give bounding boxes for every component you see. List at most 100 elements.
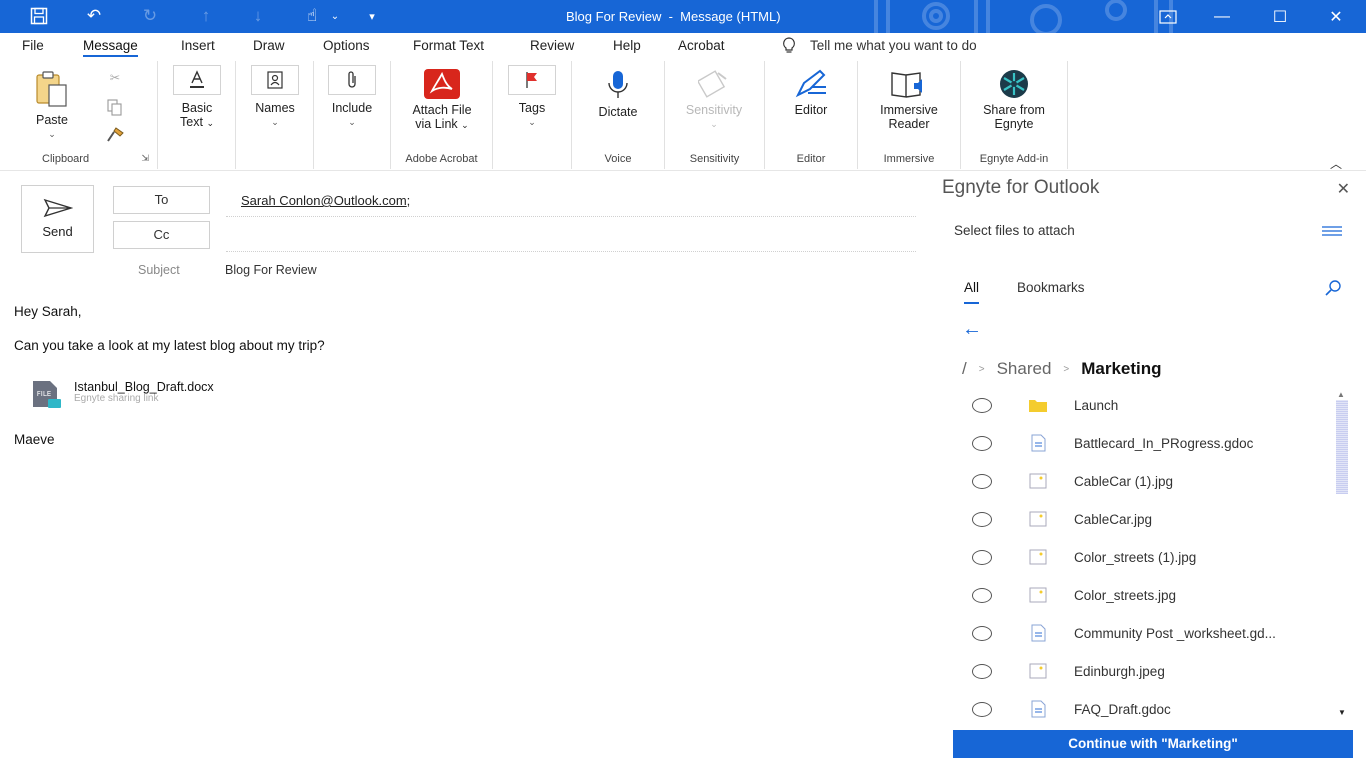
redo-icon: ↻: [142, 6, 158, 25]
clipboard-group: Paste ⌄ ✂ Clipboard ⇲: [0, 61, 158, 169]
paste-button[interactable]: Paste ⌄: [22, 69, 82, 141]
scrollbar-thumb[interactable]: [1336, 400, 1348, 494]
file-select-radio[interactable]: [972, 664, 992, 679]
scroll-up-icon[interactable]: ▲: [1337, 390, 1345, 399]
voice-group-label: Voice: [604, 153, 632, 165]
editor-button[interactable]: Editor: [777, 69, 845, 117]
ribbon: Paste ⌄ ✂ Clipboard ⇲ Basic Text ⌄ Names: [0, 59, 1366, 171]
file-name[interactable]: Color_streets.jpg: [1074, 588, 1176, 603]
file-select-radio[interactable]: [972, 398, 992, 413]
tab-acrobat[interactable]: Acrobat: [678, 38, 725, 53]
paste-label: Paste: [36, 113, 68, 127]
continue-button[interactable]: Continue with "Marketing": [953, 730, 1353, 758]
touch-mode-dropdown-icon[interactable]: ⌄: [323, 5, 347, 27]
tab-format-text[interactable]: Format Text: [413, 38, 484, 53]
tab-insert[interactable]: Insert: [181, 38, 215, 53]
maximize-button[interactable]: ☐: [1257, 0, 1303, 33]
paste-dropdown-icon[interactable]: ⌄: [22, 127, 82, 141]
format-painter-icon[interactable]: [104, 127, 126, 146]
immersive-reader-button[interactable]: Immersive Reader: [870, 69, 948, 131]
file-name[interactable]: Community Post _worksheet.gd...: [1074, 626, 1276, 641]
recipient-chip[interactable]: Sarah Conlon@Outlook.com: [241, 193, 407, 208]
file-select-radio[interactable]: [972, 626, 992, 641]
body-signature[interactable]: Maeve: [14, 432, 55, 447]
body-text[interactable]: Can you take a look at my latest blog ab…: [14, 338, 325, 353]
up-arrow-icon: ↑: [201, 6, 211, 25]
file-select-radio[interactable]: [972, 512, 992, 527]
attachment-name[interactable]: Istanbul_Blog_Draft.docx: [74, 380, 214, 394]
sensitivity-group: Sensitivity ⌄ Sensitivity: [665, 61, 765, 169]
ribbon-display-options-button[interactable]: [1145, 0, 1191, 33]
breadcrumb-shared[interactable]: Shared: [997, 359, 1052, 379]
attach-file-label-1: Attach File: [412, 103, 472, 117]
file-row[interactable]: Color_streets (1).jpg: [932, 539, 1342, 577]
file-row[interactable]: Battlecard_In_PRogress.gdoc: [932, 425, 1342, 463]
tab-draw[interactable]: Draw: [253, 38, 285, 53]
file-row[interactable]: Community Post _worksheet.gd...: [932, 615, 1342, 653]
include-button[interactable]: Include ⌄: [326, 65, 378, 129]
clipboard-launcher-icon[interactable]: ⇲: [141, 153, 149, 164]
hamburger-menu-icon[interactable]: [1322, 226, 1342, 238]
to-field[interactable]: Sarah Conlon@Outlook.com;: [241, 193, 410, 208]
tab-options[interactable]: Options: [323, 38, 370, 53]
editor-pen-icon: [777, 69, 845, 99]
tags-button[interactable]: Tags ⌄: [506, 65, 558, 129]
back-arrow-icon[interactable]: ←: [962, 318, 982, 341]
breadcrumb-root[interactable]: /: [962, 359, 967, 379]
immersive-reader-icon: [870, 69, 948, 99]
names-button[interactable]: Names ⌄: [249, 65, 301, 129]
subject-field[interactable]: Blog For Review: [225, 263, 317, 277]
minimize-button[interactable]: —: [1199, 0, 1245, 33]
tags-dropdown-icon: ⌄: [528, 117, 536, 127]
pane-close-icon[interactable]: ✕: [1337, 179, 1350, 199]
copy-icon[interactable]: [104, 99, 126, 119]
file-select-radio[interactable]: [972, 436, 992, 451]
pane-tab-all[interactable]: All: [964, 280, 980, 304]
tab-message[interactable]: Message: [83, 38, 138, 57]
file-row[interactable]: CableCar.jpg: [932, 501, 1342, 539]
cc-button[interactable]: Cc: [113, 221, 210, 249]
file-row[interactable]: Launch: [932, 387, 1342, 425]
document-icon: [1031, 700, 1046, 718]
search-icon[interactable]: [1324, 279, 1342, 297]
send-button[interactable]: Send: [21, 185, 94, 253]
touch-mode-icon[interactable]: ☝: [300, 5, 324, 27]
sensitivity-label: Sensitivity: [685, 103, 743, 117]
save-icon[interactable]: [27, 5, 51, 27]
tab-help[interactable]: Help: [613, 38, 641, 53]
pane-tab-bookmarks[interactable]: Bookmarks: [1017, 280, 1085, 295]
file-name[interactable]: Color_streets (1).jpg: [1074, 550, 1196, 565]
file-name[interactable]: FAQ_Draft.gdoc: [1074, 702, 1171, 717]
attachment-link[interactable]: FILE Istanbul_Blog_Draft.docx Egnyte sha…: [30, 379, 290, 409]
collapse-ribbon-icon[interactable]: ︿: [1330, 155, 1342, 172]
share-from-egnyte-button[interactable]: Share from Egnyte: [973, 69, 1055, 131]
basic-text-button[interactable]: Basic Text ⌄: [171, 65, 223, 130]
file-row[interactable]: CableCar (1).jpg: [932, 463, 1342, 501]
file-row[interactable]: Color_streets.jpg: [932, 577, 1342, 615]
file-select-radio[interactable]: [972, 474, 992, 489]
file-select-radio[interactable]: [972, 550, 992, 565]
tab-file[interactable]: File: [22, 38, 44, 53]
basic-text-dropdown-icon: ⌄: [206, 118, 214, 128]
file-name[interactable]: Launch: [1074, 398, 1118, 413]
tab-review[interactable]: Review: [530, 38, 574, 53]
file-select-radio[interactable]: [972, 588, 992, 603]
file-name[interactable]: Battlecard_In_PRogress.gdoc: [1074, 436, 1253, 451]
scroll-down-icon[interactable]: ▼: [1338, 708, 1346, 717]
tell-me-search[interactable]: Tell me what you want to do: [782, 37, 977, 54]
attach-file-via-link-button[interactable]: Attach File via Link ⌄: [401, 69, 483, 132]
undo-icon[interactable]: ↶: [82, 5, 106, 27]
file-name[interactable]: CableCar.jpg: [1074, 512, 1152, 527]
file-name[interactable]: Edinburgh.jpeg: [1074, 664, 1165, 679]
file-row[interactable]: FAQ_Draft.gdoc: [932, 691, 1342, 729]
close-button[interactable]: ✕: [1313, 0, 1359, 33]
customize-quick-access-icon[interactable]: ▾: [360, 5, 384, 27]
to-button[interactable]: To: [113, 186, 210, 214]
file-select-radio[interactable]: [972, 702, 992, 717]
file-name[interactable]: CableCar (1).jpg: [1074, 474, 1173, 489]
file-row[interactable]: Edinburgh.jpeg: [932, 653, 1342, 691]
dictate-button[interactable]: Dictate: [584, 69, 652, 119]
body-greeting[interactable]: Hey Sarah,: [14, 304, 82, 319]
breadcrumb-separator-icon: >: [1063, 363, 1070, 375]
names-dropdown-icon: ⌄: [271, 117, 279, 127]
